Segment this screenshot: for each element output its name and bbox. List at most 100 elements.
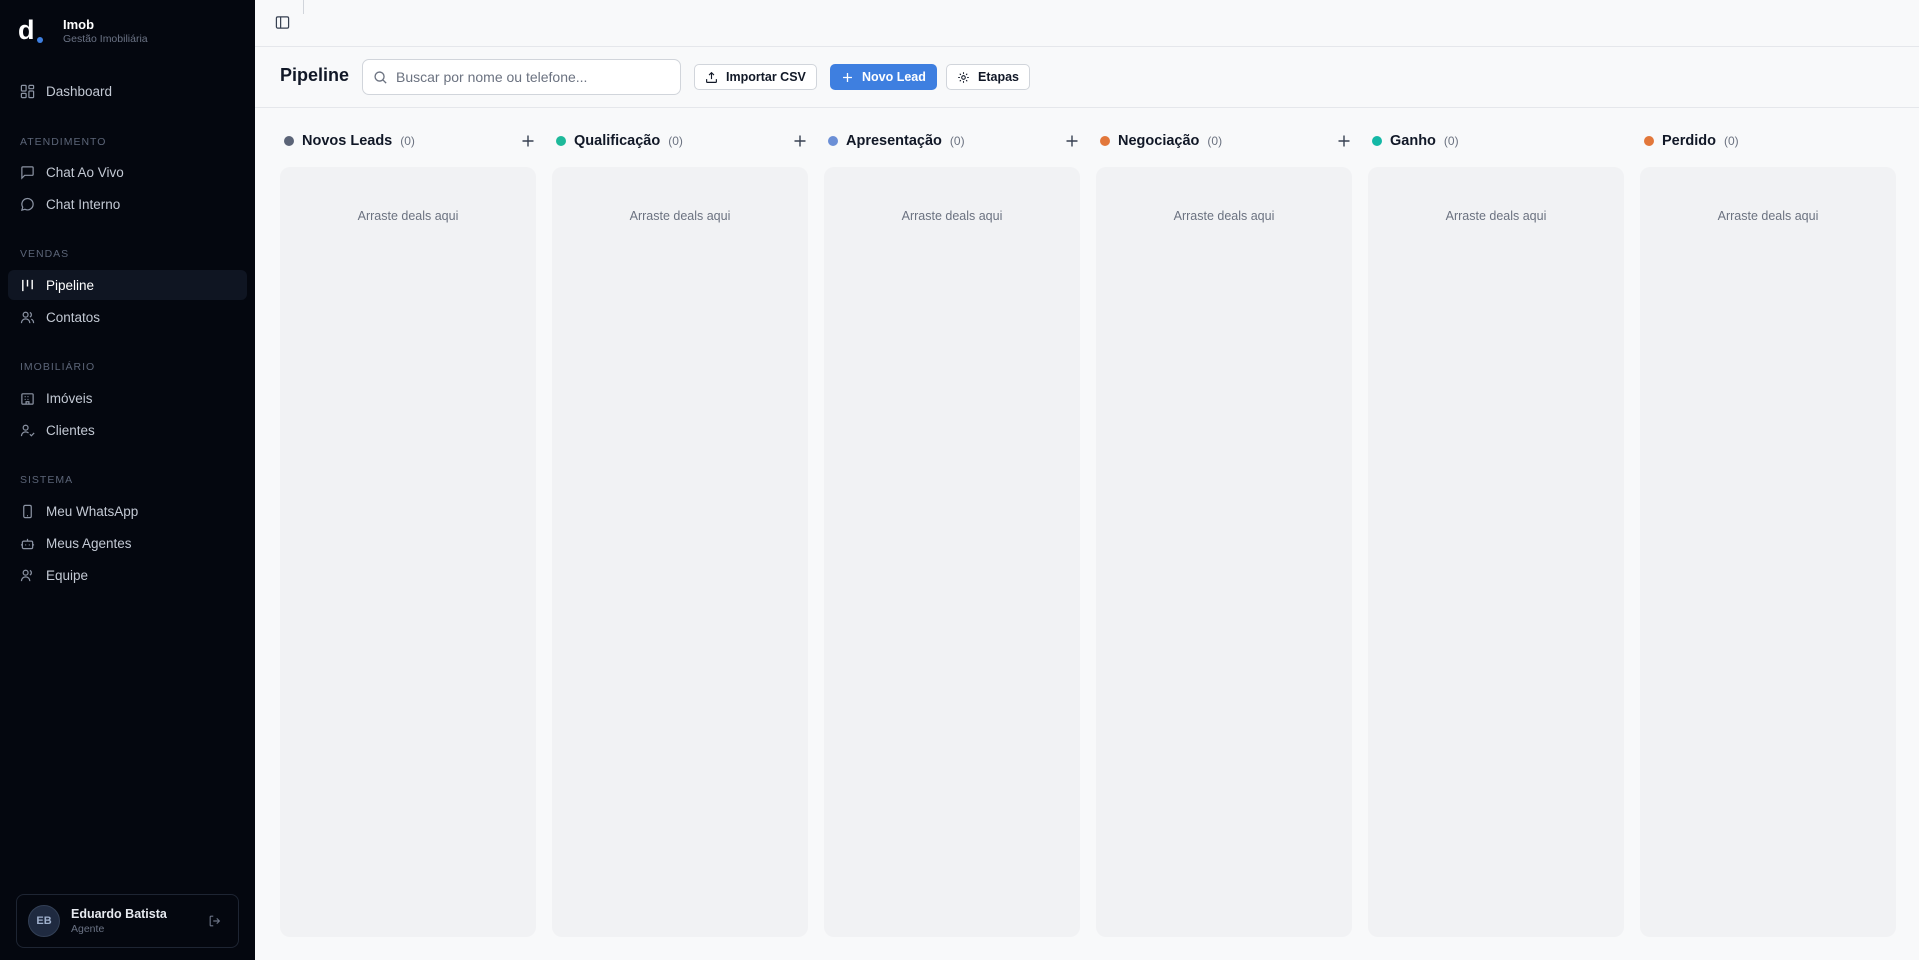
pipeline-column-negociacao: Negociação (0) Arraste deals aqui [1096, 127, 1354, 937]
sidebar-item-equipe[interactable]: Equipe [8, 560, 247, 590]
sidebar-item-meus-agentes[interactable]: Meus Agentes [8, 528, 247, 558]
user-name: Eduardo Batista [71, 907, 167, 921]
message-square-icon [21, 165, 34, 180]
column-count: (0) [1443, 134, 1459, 148]
sidebar-item-label: Pipeline [46, 277, 95, 293]
sidebar-item-chat-interno[interactable]: Chat Interno [8, 189, 247, 219]
sidebar-item-meu-whatsapp[interactable]: Meu WhatsApp [8, 496, 247, 526]
gear-icon [958, 71, 969, 83]
dashboard-icon [20, 84, 35, 98]
empty-message: Arraste deals aqui [1717, 209, 1819, 223]
column-count: (0) [1207, 134, 1223, 148]
pipeline-column-qualificacao: Qualificação (0) Arraste deals aqui [552, 127, 810, 937]
sidebar-item-label: Chat Ao Vivo [46, 164, 124, 180]
search-box[interactable] [362, 59, 681, 95]
empty-message: Arraste deals aqui [1445, 209, 1547, 223]
sidebar-item-contatos[interactable]: Contatos [8, 302, 247, 332]
stage-color-dot [828, 136, 838, 146]
import-csv-button[interactable]: Importar CSV [694, 64, 817, 90]
sidebar-item-dashboard[interactable]: Dashboard [8, 76, 247, 106]
column-dropzone[interactable]: Arraste deals aqui [552, 167, 808, 937]
section-title-atendimento: ATENDIMENTO [20, 136, 107, 148]
search-icon [374, 70, 387, 84]
new-lead-button[interactable]: Novo Lead [830, 64, 937, 90]
add-deal-icon[interactable] [1064, 133, 1080, 149]
column-title: Perdido [1662, 133, 1716, 149]
column-title: Negociação [1118, 133, 1200, 149]
column-title: Novos Leads [302, 133, 393, 149]
smartphone-icon [23, 504, 32, 518]
bot-icon [20, 538, 35, 549]
column-count: (0) [400, 134, 415, 148]
brand-logo: d [18, 15, 46, 46]
column-dropzone[interactable]: Arraste deals aqui [824, 167, 1080, 937]
sidebar-item-label: Imóveis [46, 390, 93, 406]
sidebar-item-pipeline[interactable]: Pipeline [8, 270, 247, 300]
new-lead-label: Novo Lead [862, 70, 926, 84]
stage-color-dot [1372, 136, 1382, 146]
top-bar [255, 0, 1919, 47]
column-count: (0) [1723, 134, 1739, 148]
import-csv-label: Importar CSV [726, 70, 806, 84]
page-title: Pipeline [280, 65, 350, 85]
users-icon [20, 311, 35, 323]
add-deal-icon[interactable] [792, 133, 808, 149]
logout-icon[interactable] [208, 914, 222, 928]
plus-icon [843, 72, 852, 82]
message-circle-icon [20, 197, 34, 211]
sidebar-item-label: Chat Interno [46, 196, 121, 212]
stage-color-dot [284, 136, 294, 146]
sidebar-item-clientes[interactable]: Clientes [8, 415, 247, 445]
brand-name: Imob [63, 16, 95, 32]
column-dropzone[interactable]: Arraste deals aqui [1640, 167, 1896, 937]
column-count: (0) [949, 134, 965, 148]
sidebar-item-chat-ao-vivo[interactable]: Chat Ao Vivo [8, 157, 247, 187]
empty-message: Arraste deals aqui [901, 209, 1003, 223]
section-title-vendas: VENDAS [20, 248, 70, 260]
column-title: Qualificação [574, 133, 661, 149]
column-title: Ganho [1390, 133, 1436, 149]
search-input[interactable] [396, 69, 666, 85]
sidebar: d Imob Gestão Imobiliária Dashboard ATEN… [0, 0, 255, 960]
sidebar-item-imoveis[interactable]: Imóveis [8, 383, 247, 413]
section-title-imobiliario: IMOBILIÁRIO [20, 361, 96, 373]
add-deal-icon[interactable] [1336, 133, 1352, 149]
column-count: (0) [668, 134, 683, 148]
sidebar-item-label: Meu WhatsApp [46, 503, 139, 519]
avatar: EB [28, 905, 60, 937]
column-dropzone[interactable]: Arraste deals aqui [1096, 167, 1352, 937]
pipeline-column-novos-leads: Novos Leads (0) Arraste deals aqui [280, 127, 538, 937]
user-role: Agente [71, 923, 105, 935]
sidebar-item-label: Meus Agentes [46, 535, 132, 551]
stages-button[interactable]: Etapas [946, 64, 1030, 90]
add-deal-icon[interactable] [520, 133, 536, 149]
divider [303, 0, 304, 14]
empty-message: Arraste deals aqui [357, 209, 459, 223]
svg-text:d: d [18, 16, 35, 45]
sidebar-item-label: Clientes [46, 422, 95, 438]
empty-message: Arraste deals aqui [1173, 209, 1275, 223]
pipeline-toolbar: Pipeline Importar CSV Novo Lead Etapas [255, 48, 1919, 108]
user-card[interactable]: EB Eduardo Batista Agente [16, 894, 239, 948]
sidebar-toggle-icon[interactable] [275, 15, 290, 30]
stage-color-dot [1644, 136, 1654, 146]
brand[interactable]: d Imob Gestão Imobiliária [18, 15, 148, 46]
column-title: Apresentação [846, 133, 942, 149]
empty-message: Arraste deals aqui [629, 209, 731, 223]
pipeline-column-ganho: Ganho (0) Arraste deals aqui [1368, 127, 1626, 937]
column-dropzone[interactable]: Arraste deals aqui [280, 167, 536, 937]
pipeline-icon [22, 279, 33, 291]
sidebar-item-label: Equipe [46, 567, 89, 583]
user-check-icon [20, 424, 35, 437]
column-dropzone[interactable]: Arraste deals aqui [1368, 167, 1624, 937]
upload-icon [706, 71, 717, 83]
stage-color-dot [556, 136, 566, 146]
sidebar-item-label: Contatos [46, 309, 101, 325]
brand-subtitle: Gestão Imobiliária [63, 32, 148, 45]
stage-color-dot [1100, 136, 1110, 146]
section-title-sistema: SISTEMA [20, 474, 74, 486]
pipeline-column-apresentacao: Apresentação (0) Arraste deals aqui [824, 127, 1082, 937]
stages-label: Etapas [978, 70, 1019, 84]
pipeline-column-perdido: Perdido (0) Arraste deals aqui [1640, 127, 1898, 937]
team-icon [20, 569, 32, 581]
